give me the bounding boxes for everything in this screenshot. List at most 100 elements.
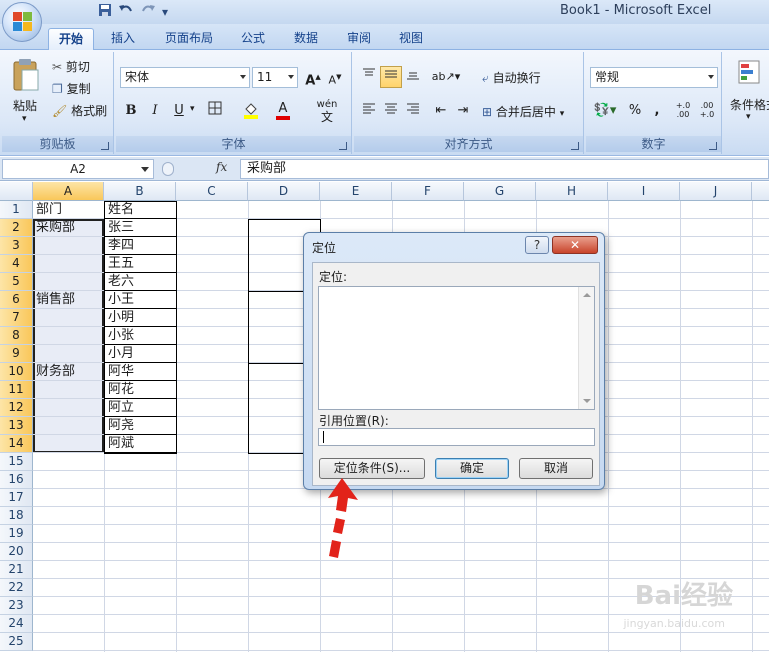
row-header[interactable]: 10 (0, 363, 33, 381)
save-icon[interactable] (98, 3, 112, 22)
align-middle-button[interactable] (380, 66, 402, 88)
row-header[interactable]: 19 (0, 525, 33, 543)
font-launcher-icon[interactable] (339, 142, 347, 150)
font-name-combo[interactable]: 宋体 (120, 67, 250, 88)
align-top-button[interactable] (358, 66, 380, 88)
select-all-corner[interactable] (0, 182, 33, 201)
ok-button[interactable]: 确定 (435, 458, 509, 479)
tab-view[interactable]: 视图 (390, 28, 432, 50)
chevron-down-icon[interactable]: ▾ (746, 112, 751, 122)
cancel-button[interactable]: 取消 (519, 458, 593, 479)
row-header[interactable]: 5 (0, 273, 33, 291)
row-header[interactable]: 22 (0, 579, 33, 597)
underline-dropdown-icon[interactable]: ▾ (190, 104, 195, 114)
row-header[interactable]: 15 (0, 453, 33, 471)
row-header[interactable]: 17 (0, 489, 33, 507)
shrink-font-button[interactable]: A▼ (324, 66, 346, 88)
conditional-formatting-button[interactable]: 条件格式 (730, 96, 769, 113)
row-header[interactable]: 7 (0, 309, 33, 327)
row-header[interactable]: 13 (0, 417, 33, 435)
paste-button[interactable]: 粘贴 (13, 97, 37, 114)
paste-dropdown-icon[interactable]: ▾ (22, 114, 27, 124)
column-header-g[interactable]: G (464, 182, 536, 201)
row-header[interactable]: 23 (0, 597, 33, 615)
scroll-up-icon[interactable] (583, 293, 591, 297)
row-header[interactable]: 2 (0, 219, 33, 237)
name-box[interactable]: A2 (2, 159, 154, 179)
reference-input[interactable] (318, 428, 595, 446)
cut-button[interactable]: ✂ 剪切 (52, 58, 90, 75)
increase-decimal-button[interactable]: +.0 .00 (672, 100, 694, 122)
italic-button[interactable]: I (144, 100, 166, 122)
tab-formulas[interactable]: 公式 (232, 28, 274, 50)
column-header-e[interactable]: E (320, 182, 392, 201)
conditional-formatting-icon[interactable] (738, 60, 760, 84)
row-header[interactable]: 6 (0, 291, 33, 309)
cell-a10[interactable]: 财务部 (34, 363, 75, 380)
redo-icon[interactable] (140, 3, 156, 22)
insert-function-button[interactable]: fx (216, 160, 227, 174)
row-header[interactable]: 12 (0, 399, 33, 417)
cell-a1[interactable]: 部门 (34, 201, 62, 218)
fill-color-button[interactable] (240, 100, 262, 122)
orientation-button[interactable]: ab↗▾ (430, 66, 462, 88)
copy-button[interactable]: ❐ 复制 (52, 80, 91, 97)
align-bottom-button[interactable] (402, 66, 424, 88)
tab-home[interactable]: 开始 (48, 28, 94, 50)
clipboard-launcher-icon[interactable] (101, 142, 109, 150)
office-button[interactable] (2, 2, 42, 42)
column-header-c[interactable]: C (176, 182, 248, 201)
number-format-combo[interactable]: 常规 (590, 67, 718, 88)
formula-input[interactable]: 采购部 (240, 159, 769, 179)
column-header-f[interactable]: F (392, 182, 464, 201)
grow-font-button[interactable]: A▲ (302, 66, 324, 88)
wrap-text-button[interactable]: ⤶ 自动换行 (482, 69, 541, 86)
align-right-button[interactable] (402, 100, 424, 122)
row-header[interactable]: 1 (0, 201, 33, 219)
align-left-button[interactable] (358, 100, 380, 122)
font-color-button[interactable]: A (272, 100, 294, 122)
tab-page-layout[interactable]: 页面布局 (158, 28, 220, 50)
increase-indent-button[interactable]: ⇥ (452, 100, 474, 122)
decrease-indent-button[interactable]: ⇤ (430, 100, 452, 122)
percent-button[interactable]: % (624, 100, 646, 122)
close-button[interactable]: ✕ (552, 236, 598, 254)
tab-data[interactable]: 数据 (285, 28, 327, 50)
row-header[interactable]: 18 (0, 507, 33, 525)
cell-a2[interactable]: 采购部 (34, 219, 75, 236)
help-button[interactable]: ? (525, 236, 549, 254)
column-header-i[interactable]: I (608, 182, 680, 201)
row-header[interactable]: 9 (0, 345, 33, 363)
row-header[interactable]: 14 (0, 435, 33, 453)
row-header[interactable]: 3 (0, 237, 33, 255)
customize-qat-icon[interactable]: ▾ (162, 3, 168, 21)
row-header[interactable]: 8 (0, 327, 33, 345)
column-header-d[interactable]: D (248, 182, 320, 201)
format-painter-button[interactable]: 🖌 格式刷 (52, 102, 107, 119)
borders-button[interactable] (204, 100, 226, 122)
font-size-combo[interactable]: 11 (252, 67, 298, 88)
phonetic-button[interactable]: wén 文 (312, 98, 342, 123)
row-header[interactable]: 20 (0, 543, 33, 561)
row-header[interactable]: 4 (0, 255, 33, 273)
row-header[interactable]: 11 (0, 381, 33, 399)
underline-button[interactable]: U (168, 100, 190, 122)
column-header-a[interactable]: A (33, 182, 104, 201)
column-header-b[interactable]: B (104, 182, 176, 201)
tab-review[interactable]: 审阅 (338, 28, 380, 50)
goto-list[interactable] (318, 286, 595, 410)
alignment-launcher-icon[interactable] (571, 142, 579, 150)
undo-icon[interactable] (118, 3, 134, 22)
row-header[interactable]: 24 (0, 615, 33, 633)
formula-expand-icon[interactable] (162, 162, 174, 176)
goto-list-scrollbar[interactable] (578, 287, 594, 409)
column-header-k[interactable] (752, 182, 769, 201)
align-center-button[interactable] (380, 100, 402, 122)
column-header-j[interactable]: J (680, 182, 752, 201)
bold-button[interactable]: B (120, 100, 142, 122)
decrease-decimal-button[interactable]: .00 +.0 (696, 100, 718, 122)
merge-center-button[interactable]: ⊞ 合并后居中 ▾ (482, 103, 564, 120)
row-header[interactable]: 16 (0, 471, 33, 489)
row-header[interactable]: 21 (0, 561, 33, 579)
cell-a6[interactable]: 销售部 (34, 291, 75, 308)
